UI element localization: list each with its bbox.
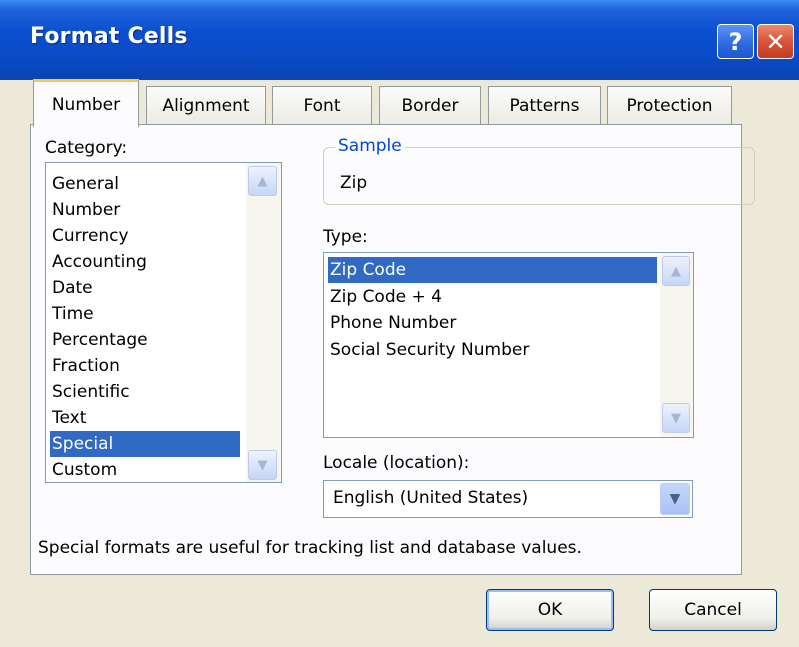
type-item-zip-code[interactable]: Zip Code xyxy=(328,257,657,283)
category-label: Category: xyxy=(45,138,128,158)
type-label: Type: xyxy=(323,227,368,247)
ok-button[interactable]: OK xyxy=(486,589,614,631)
scroll-up-icon[interactable]: ▲ xyxy=(248,166,277,196)
category-item-accounting[interactable]: Accounting xyxy=(52,249,147,275)
type-list[interactable]: Zip Code Zip Code + 4 Phone Number Socia… xyxy=(323,252,694,438)
category-item-percentage[interactable]: Percentage xyxy=(52,327,148,353)
category-item-currency[interactable]: Currency xyxy=(52,223,129,249)
type-item-zip-code-4[interactable]: Zip Code + 4 xyxy=(330,284,442,310)
category-item-fraction[interactable]: Fraction xyxy=(52,353,120,379)
cancel-label: Cancel xyxy=(684,600,742,620)
cancel-button[interactable]: Cancel xyxy=(649,589,777,631)
scroll-down-icon[interactable]: ▼ xyxy=(248,450,277,480)
category-item-text[interactable]: Text xyxy=(52,405,86,431)
sample-legend: Sample xyxy=(335,136,405,156)
locale-label: Locale (location): xyxy=(323,453,470,473)
ok-label: OK xyxy=(537,600,563,620)
sample-value: Zip xyxy=(340,173,368,193)
category-list[interactable]: General Number Currency Accounting Date … xyxy=(45,162,282,483)
scroll-down-icon[interactable]: ▼ xyxy=(662,403,690,433)
category-item-time[interactable]: Time xyxy=(52,301,94,327)
type-item-ssn[interactable]: Social Security Number xyxy=(330,337,529,363)
category-scrollbar[interactable]: ▲ ▼ xyxy=(246,163,281,482)
type-scrollbar[interactable]: ▲ ▼ xyxy=(660,253,693,437)
type-item-phone-number[interactable]: Phone Number xyxy=(330,310,456,336)
category-item-general[interactable]: General xyxy=(52,171,119,197)
category-item-special[interactable]: Special xyxy=(50,431,240,457)
category-item-number[interactable]: Number xyxy=(52,197,120,223)
category-item-custom[interactable]: Custom xyxy=(52,457,117,483)
locale-value: English (United States) xyxy=(333,488,529,508)
description-text: Special formats are useful for tracking … xyxy=(38,538,582,558)
scroll-up-icon[interactable]: ▲ xyxy=(662,256,690,286)
category-item-scientific[interactable]: Scientific xyxy=(52,379,130,405)
category-item-date[interactable]: Date xyxy=(52,275,93,301)
locale-select[interactable]: English (United States) ▼ xyxy=(323,480,693,518)
chevron-down-icon[interactable]: ▼ xyxy=(660,483,690,515)
